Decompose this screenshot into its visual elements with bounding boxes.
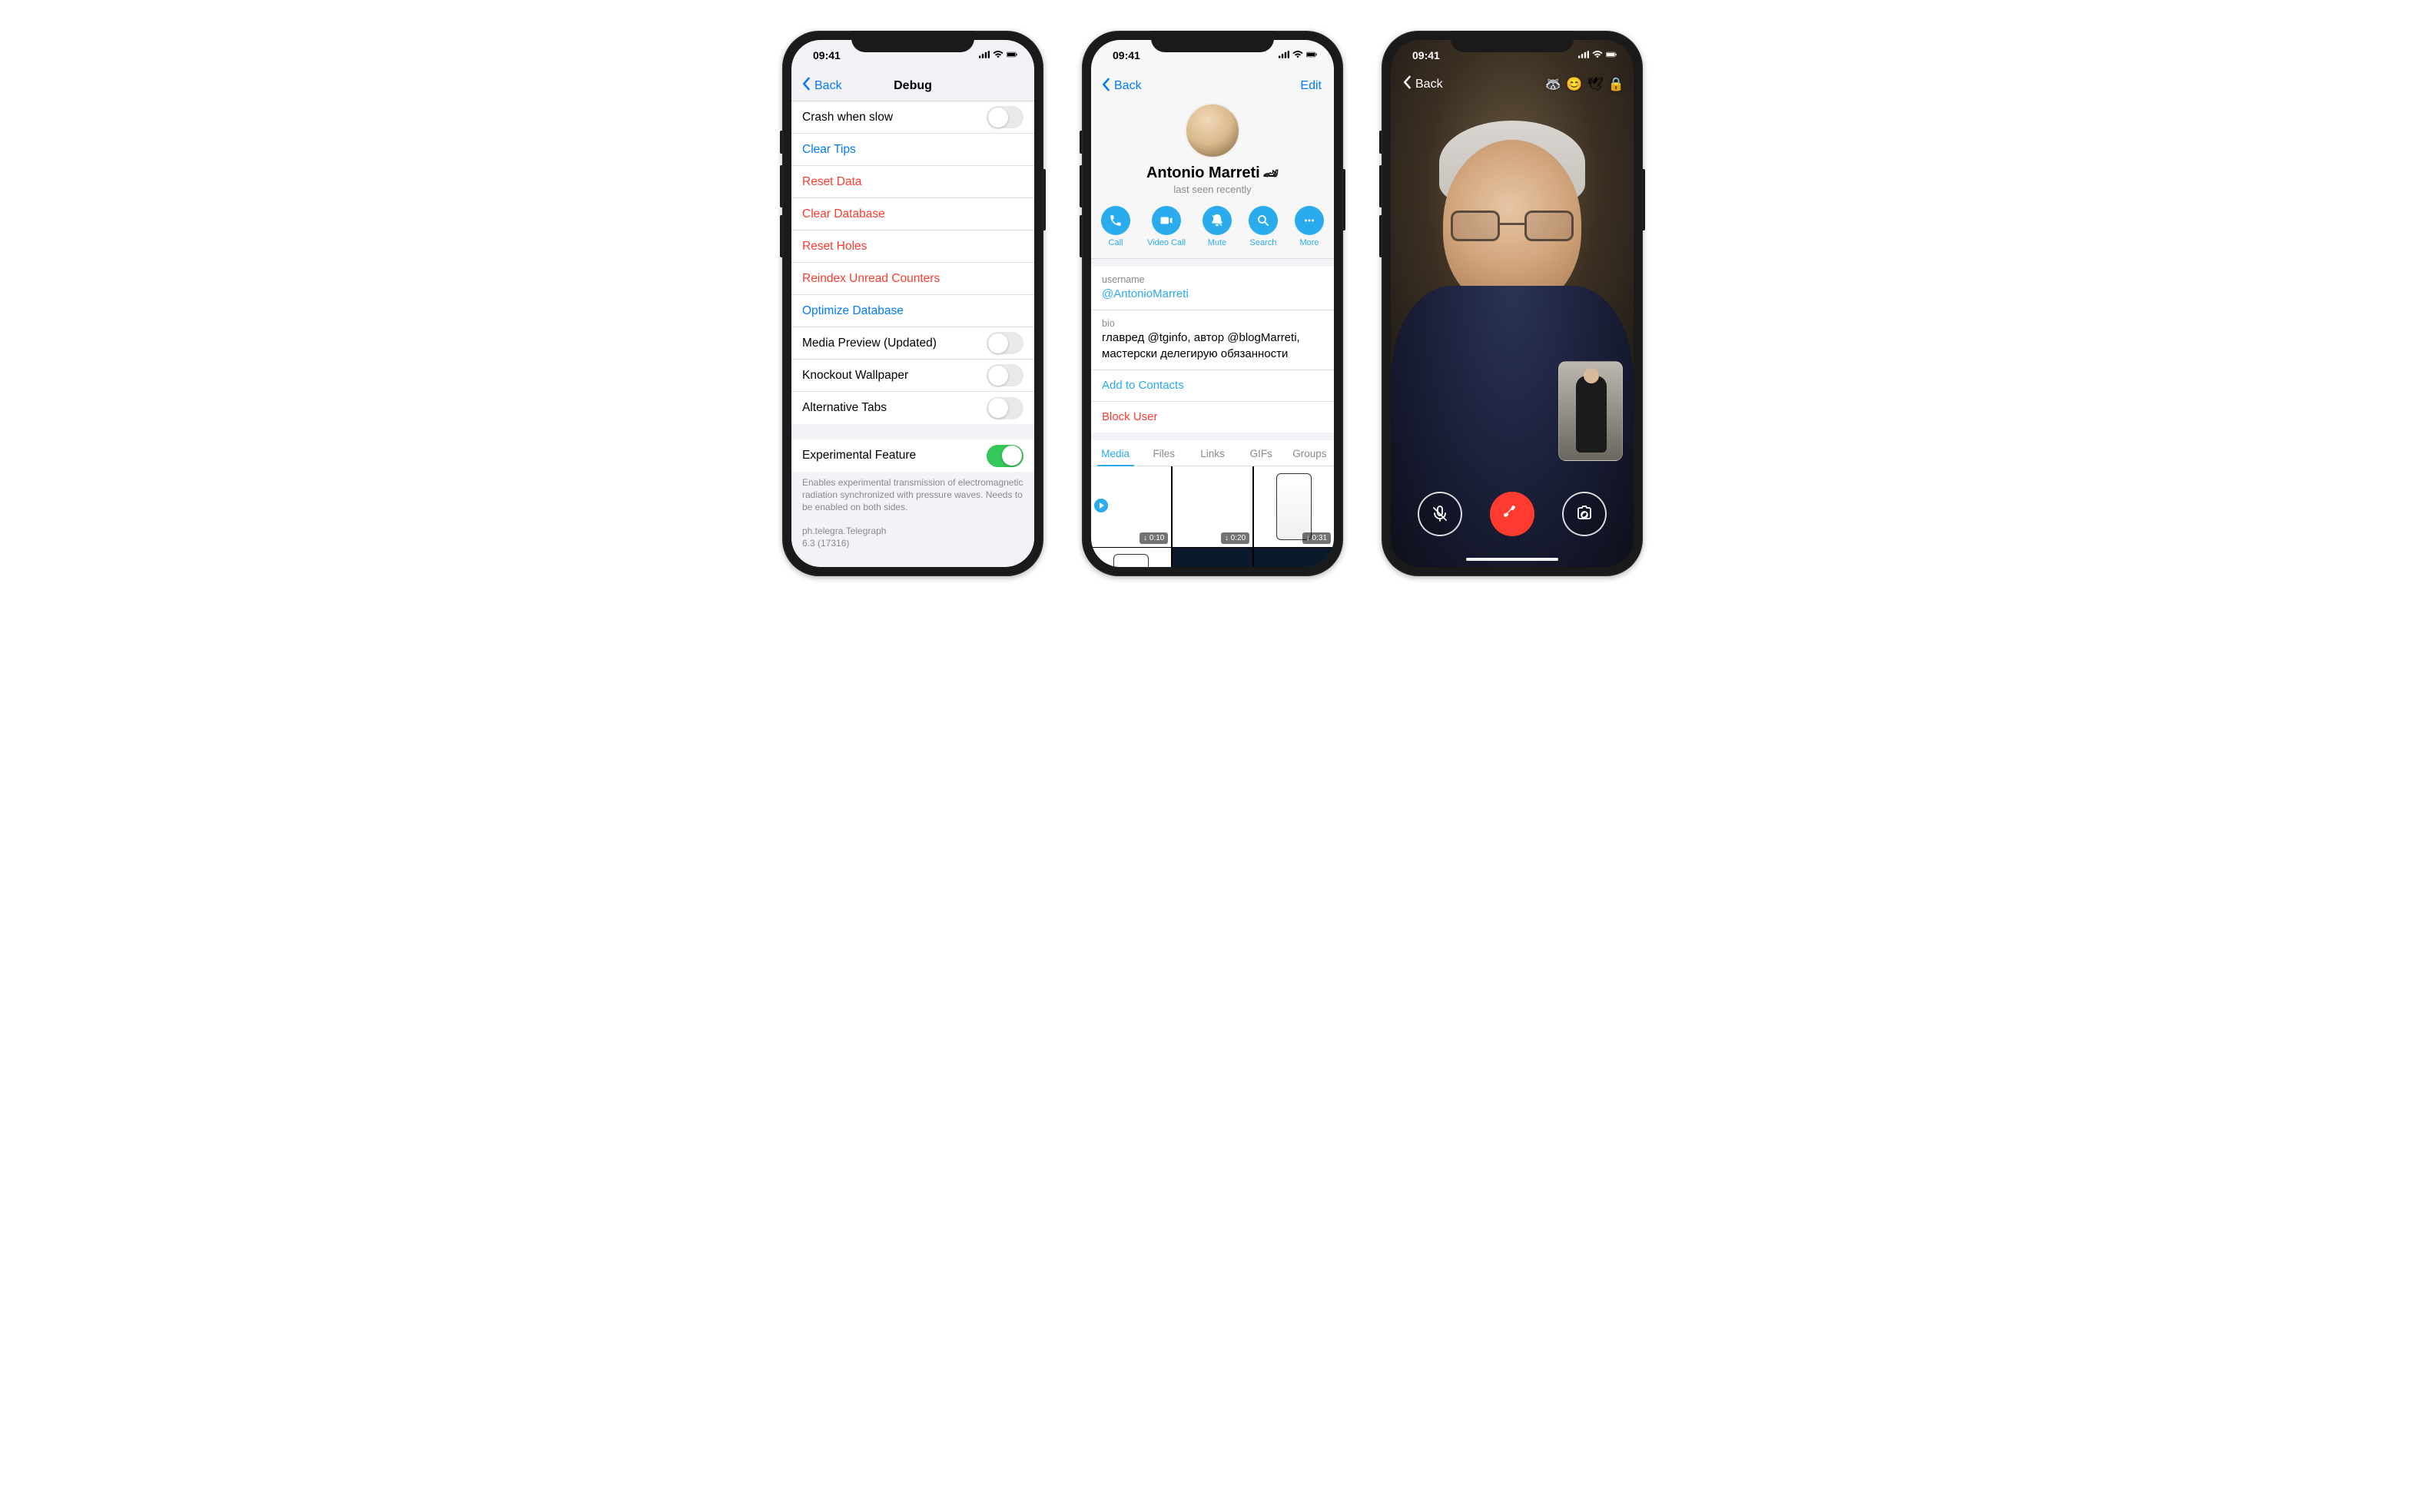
video-icon bbox=[1152, 206, 1181, 235]
row-reset-holes[interactable]: Reset Holes bbox=[791, 230, 1034, 263]
notch bbox=[851, 31, 974, 52]
wifi-icon bbox=[1292, 49, 1303, 62]
phone-video-call: 09:41 Back 🦝 😊 🕊 🔒 bbox=[1382, 31, 1643, 576]
bio-value: главред @tginfo, автор @blogMarreti, мас… bbox=[1102, 330, 1323, 362]
media-tabs: Media Files Links GIFs Groups bbox=[1091, 440, 1334, 466]
experimental-footer: Enables experimental transmission of ele… bbox=[791, 472, 1034, 522]
home-indicator[interactable] bbox=[1466, 558, 1558, 561]
local-video-pip[interactable] bbox=[1558, 361, 1623, 461]
last-seen-status: last seen recently bbox=[1091, 184, 1334, 195]
row-crash-when-slow[interactable]: Crash when slow bbox=[791, 101, 1034, 134]
toggle-knockout[interactable] bbox=[987, 364, 1023, 386]
app-build-info: ph.telegra.Telegraph 6.3 (17316) bbox=[791, 522, 1034, 557]
tab-files[interactable]: Files bbox=[1140, 440, 1188, 466]
chevron-left-icon bbox=[1400, 75, 1414, 93]
emoji-key: 🕊 bbox=[1587, 77, 1604, 92]
row-knockout-wallpaper[interactable]: Knockout Wallpaper bbox=[791, 360, 1034, 392]
play-icon bbox=[1094, 499, 1108, 512]
phone-contact-profile: 09:41 Back Edit Antonio Marreti🏎 last se… bbox=[1082, 31, 1343, 576]
media-item[interactable]: ↓ 0:20 bbox=[1173, 466, 1252, 546]
signal-icon bbox=[979, 49, 990, 62]
action-video-call[interactable]: Video Call bbox=[1147, 206, 1186, 247]
back-button[interactable]: Back bbox=[1099, 78, 1142, 95]
tab-gifs[interactable]: GIFs bbox=[1237, 440, 1285, 466]
phone-icon bbox=[1101, 206, 1130, 235]
nav-title: Debug bbox=[894, 79, 932, 93]
nav-bar: Back Debug bbox=[791, 71, 1034, 101]
media-item[interactable] bbox=[1091, 548, 1171, 567]
wifi-icon bbox=[993, 49, 1004, 62]
mute-button[interactable] bbox=[1418, 492, 1462, 536]
chevron-left-icon bbox=[1099, 78, 1113, 95]
back-button[interactable]: Back bbox=[799, 77, 842, 94]
media-item[interactable]: ↓ 0:31 bbox=[1254, 466, 1334, 546]
tab-groups[interactable]: Groups bbox=[1285, 440, 1334, 466]
action-search[interactable]: Search bbox=[1249, 206, 1278, 247]
video-duration-badge: ↓ 0:20 bbox=[1221, 532, 1249, 544]
emoji-key: 🦝 bbox=[1545, 77, 1561, 92]
toggle-experimental[interactable] bbox=[987, 445, 1023, 467]
phone-debug-settings: 09:41 Back Debug Crash when slow Clear T… bbox=[782, 31, 1043, 576]
bell-slash-icon bbox=[1203, 206, 1232, 235]
status-time: 09:41 bbox=[1113, 49, 1140, 61]
action-mute[interactable]: Mute bbox=[1203, 206, 1232, 247]
bio-block: bio главред @tginfo, автор @blogMarreti,… bbox=[1091, 310, 1334, 370]
row-clear-database[interactable]: Clear Database bbox=[791, 198, 1034, 230]
nav-bar: Back Edit bbox=[1091, 71, 1334, 101]
emoji-key: 😊 bbox=[1566, 77, 1582, 92]
username-block[interactable]: username @AntonioMarreti bbox=[1091, 267, 1334, 310]
encryption-emojis: 🦝 😊 🕊 🔒 bbox=[1545, 77, 1624, 92]
status-time: 09:41 bbox=[1412, 49, 1440, 61]
video-duration-badge: ↓ 0:10 bbox=[1140, 532, 1168, 544]
tab-links[interactable]: Links bbox=[1188, 440, 1236, 466]
search-icon bbox=[1249, 206, 1278, 235]
media-item[interactable] bbox=[1173, 548, 1252, 567]
notch bbox=[1451, 31, 1574, 52]
more-icon bbox=[1295, 206, 1324, 235]
status-time: 09:41 bbox=[813, 49, 841, 61]
video-duration-badge: ↓ 0:31 bbox=[1302, 532, 1331, 544]
row-reindex-unread[interactable]: Reindex Unread Counters bbox=[791, 263, 1034, 295]
end-call-button[interactable] bbox=[1490, 492, 1534, 536]
media-grid: ↓ 0:10 ↓ 0:20 ↓ 0:31 bbox=[1091, 466, 1334, 567]
toggle-media-preview[interactable] bbox=[987, 332, 1023, 354]
media-item[interactable] bbox=[1254, 548, 1334, 567]
row-alternative-tabs[interactable]: Alternative Tabs bbox=[791, 392, 1034, 424]
row-experimental-feature[interactable]: Experimental Feature bbox=[791, 439, 1034, 472]
row-media-preview[interactable]: Media Preview (Updated) bbox=[791, 327, 1034, 360]
row-optimize-database[interactable]: Optimize Database bbox=[791, 295, 1034, 327]
action-more[interactable]: More bbox=[1295, 206, 1324, 247]
tab-media[interactable]: Media bbox=[1091, 440, 1140, 466]
flip-camera-button[interactable] bbox=[1562, 492, 1607, 536]
battery-icon bbox=[1007, 49, 1017, 62]
emoji-key: 🔒 bbox=[1608, 77, 1624, 92]
add-to-contacts[interactable]: Add to Contacts bbox=[1091, 370, 1334, 402]
username-value: @AntonioMarreti bbox=[1102, 287, 1323, 302]
signal-icon bbox=[1578, 49, 1589, 62]
profile-name: Antonio Marreti🏎 bbox=[1091, 164, 1334, 182]
battery-icon bbox=[1606, 49, 1617, 62]
chevron-left-icon bbox=[799, 77, 813, 94]
toggle-crash-slow[interactable] bbox=[987, 106, 1023, 128]
signal-icon bbox=[1279, 49, 1289, 62]
toggle-alt-tabs[interactable] bbox=[987, 397, 1023, 419]
name-emoji: 🏎 bbox=[1263, 167, 1279, 181]
wifi-icon bbox=[1592, 49, 1603, 62]
avatar[interactable] bbox=[1185, 103, 1240, 158]
row-reset-data[interactable]: Reset Data bbox=[791, 166, 1034, 198]
call-controls bbox=[1391, 492, 1634, 536]
row-clear-tips[interactable]: Clear Tips bbox=[791, 134, 1034, 166]
media-item[interactable]: ↓ 0:10 bbox=[1091, 466, 1171, 546]
profile-header: Antonio Marreti🏎 last seen recently Call… bbox=[1091, 101, 1334, 259]
action-call[interactable]: Call bbox=[1101, 206, 1130, 247]
battery-icon bbox=[1306, 49, 1317, 62]
notch bbox=[1151, 31, 1274, 52]
back-button[interactable]: Back bbox=[1400, 75, 1443, 93]
block-user[interactable]: Block User bbox=[1091, 402, 1334, 433]
edit-button[interactable]: Edit bbox=[1300, 79, 1326, 93]
